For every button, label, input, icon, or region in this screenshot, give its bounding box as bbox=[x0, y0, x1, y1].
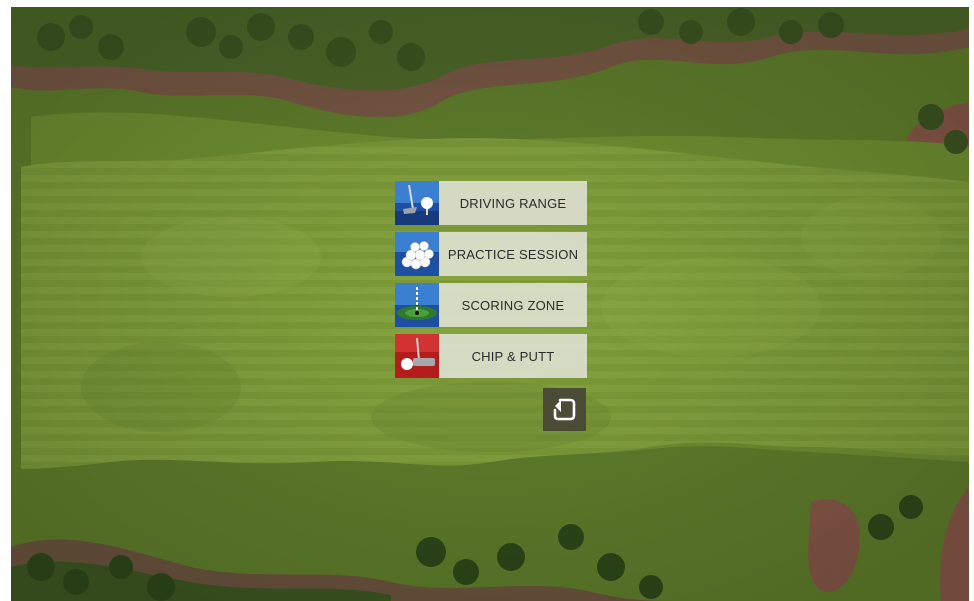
menu-item-label: DRIVING RANGE bbox=[439, 181, 587, 225]
tee-ball-icon bbox=[395, 181, 439, 225]
back-button[interactable] bbox=[543, 388, 586, 431]
menu-item-chip-putt[interactable]: CHIP & PUTT bbox=[395, 334, 587, 378]
menu-item-label: SCORING ZONE bbox=[439, 283, 587, 327]
menu-item-label: PRACTICE SESSION bbox=[439, 232, 587, 276]
return-arrow-icon bbox=[552, 395, 578, 424]
game-viewport: DRIVING RANGE PRACTICE SESSION SCORING Z… bbox=[11, 7, 969, 601]
putter-icon bbox=[395, 334, 439, 378]
menu-item-practice-session[interactable]: PRACTICE SESSION bbox=[395, 232, 587, 276]
menu-item-label: CHIP & PUTT bbox=[439, 334, 587, 378]
menu-item-scoring-zone[interactable]: SCORING ZONE bbox=[395, 283, 587, 327]
practice-mode-menu: DRIVING RANGE PRACTICE SESSION SCORING Z… bbox=[395, 181, 587, 385]
ball-bucket-icon bbox=[395, 232, 439, 276]
menu-item-driving-range[interactable]: DRIVING RANGE bbox=[395, 181, 587, 225]
target-green-icon bbox=[395, 283, 439, 327]
